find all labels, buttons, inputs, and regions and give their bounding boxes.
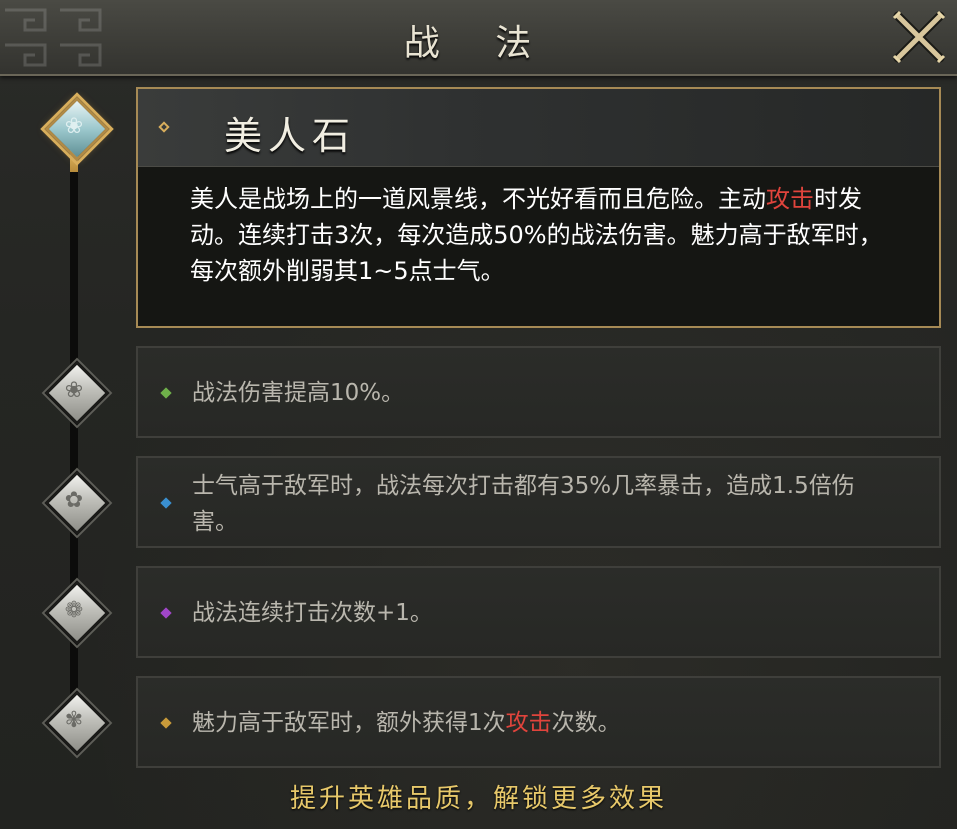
tiger-emblem-icon: ❁ xyxy=(64,597,84,623)
unlock-hint: 提升英雄品质，解锁更多效果 xyxy=(289,784,667,814)
upgrade-node-3[interactable]: ❁ xyxy=(44,580,110,646)
dragon-emblem-icon: ❀ xyxy=(64,377,84,403)
upgrade-node-2[interactable]: ✿ xyxy=(44,470,110,536)
purple-diamond-icon xyxy=(160,607,172,619)
crane-emblem-icon: ✾ xyxy=(64,707,84,733)
phoenix-emblem-icon: ✿ xyxy=(64,487,84,513)
close-icon[interactable] xyxy=(890,8,948,66)
skill-name: 美人石 xyxy=(224,114,357,158)
green-diamond-icon xyxy=(160,387,172,399)
skill-node-active[interactable]: ❀ xyxy=(44,96,110,162)
upgrade-card-2: 士气高于敌军时，战法每次打击都有35%几率暴击，造成1.5倍伤害。 xyxy=(136,456,941,548)
upgrade-card-1: 战法伤害提高10%。 xyxy=(136,346,941,438)
upgrade-text: 战法连续打击次数+1。 xyxy=(192,600,433,626)
upgrade-text: 士气高于敌军时，战法每次打击都有35%几率暴击，造成1.5倍伤害。 xyxy=(192,473,855,535)
skill-header: 美人石 xyxy=(138,89,939,167)
highlight-text: 攻击 xyxy=(766,185,814,213)
upgrade-card-4: 魅力高于敌军时，额外获得1次攻击次数。 xyxy=(136,676,941,768)
upgrade-text: 战法伤害提高10%。 xyxy=(192,380,405,406)
gold-diamond-icon xyxy=(160,717,172,729)
dragon-emblem-icon: ❀ xyxy=(64,113,84,139)
upgrade-node-4[interactable]: ✾ xyxy=(44,690,110,756)
window-title: 战 法 xyxy=(403,23,554,64)
highlight-text: 攻击 xyxy=(505,710,552,736)
upgrade-text: 魅力高于敌军时，额外获得1次攻击次数。 xyxy=(192,710,621,736)
diamond-bullet-icon xyxy=(158,121,170,133)
upgrade-card-3: 战法连续打击次数+1。 xyxy=(136,566,941,658)
blue-diamond-icon xyxy=(160,497,172,509)
upgrade-node-1[interactable]: ❀ xyxy=(44,360,110,426)
skill-description: 美人是战场上的一道风景线，不光好看而且危险。主动攻击时发动。连续打击3次，每次造… xyxy=(190,185,883,285)
skill-card: 美人石 美人是战场上的一道风景线，不光好看而且危险。主动攻击时发动。连续打击3次… xyxy=(136,87,941,328)
title-bar: 战 法 xyxy=(0,0,957,76)
